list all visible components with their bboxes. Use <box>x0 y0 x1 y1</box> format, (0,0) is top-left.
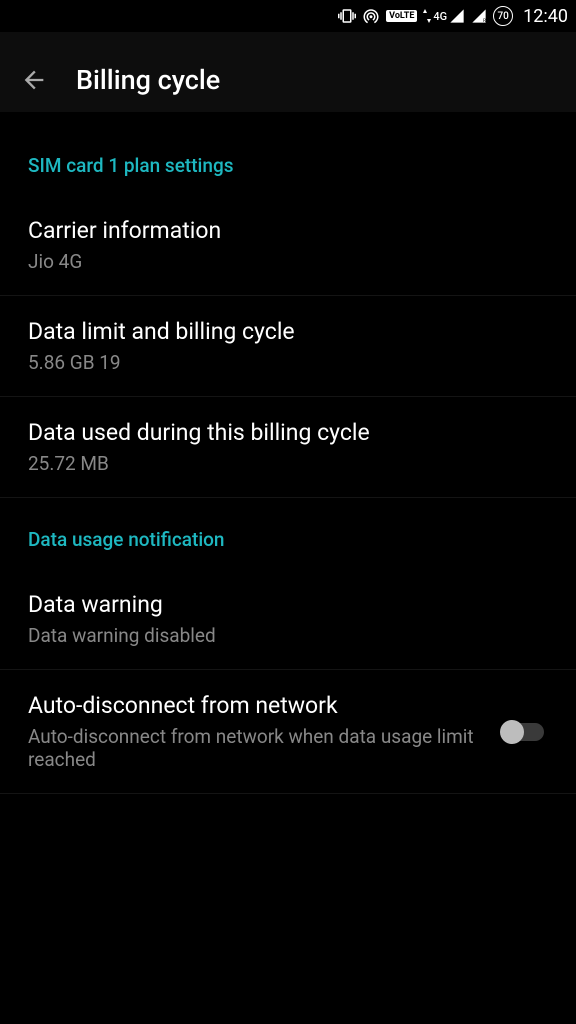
page-title: Billing cycle <box>76 64 220 96</box>
carrier-information-item[interactable]: Carrier information Jio 4G <box>0 195 576 296</box>
network-type-label: 4G <box>433 11 447 22</box>
list-item-subtitle: Data warning disabled <box>28 624 548 647</box>
data-used-item[interactable]: Data used during this billing cycle 25.7… <box>0 397 576 498</box>
status-bar: VoLTE 4G R 70 12:40 <box>0 0 576 32</box>
section-header-notification: Data usage notification <box>0 498 576 569</box>
hotspot-icon <box>362 7 380 25</box>
signal-icon-2: R <box>471 8 487 24</box>
battery-icon: 70 <box>493 6 513 26</box>
list-item-title: Data limit and billing cycle <box>28 318 548 345</box>
auto-disconnect-item[interactable]: Auto-disconnect from network Auto-discon… <box>0 670 576 794</box>
list-item-subtitle: 25.72 MB <box>28 452 548 475</box>
data-arrows-icon <box>423 9 431 23</box>
app-bar: Billing cycle <box>0 32 576 112</box>
vibrate-icon <box>338 7 356 25</box>
list-item-title: Data warning <box>28 591 548 618</box>
volte-badge: VoLTE <box>386 10 417 22</box>
list-item-subtitle: Auto-disconnect from network when data u… <box>28 725 484 771</box>
list-item-title: Data used during this billing cycle <box>28 419 548 446</box>
battery-percent: 70 <box>497 11 508 22</box>
auto-disconnect-toggle[interactable] <box>500 718 548 746</box>
svg-text:R: R <box>483 18 486 24</box>
list-item-subtitle: 5.86 GB 19 <box>28 351 548 374</box>
data-warning-item[interactable]: Data warning Data warning disabled <box>0 569 576 670</box>
list-item-title: Auto-disconnect from network <box>28 692 484 719</box>
signal-group-1: 4G <box>423 8 465 24</box>
section-header-plan: SIM card 1 plan settings <box>0 136 576 195</box>
settings-list: SIM card 1 plan settings Carrier informa… <box>0 112 576 794</box>
data-limit-item[interactable]: Data limit and billing cycle 5.86 GB 19 <box>0 296 576 397</box>
back-button[interactable] <box>16 62 52 98</box>
clock: 12:40 <box>523 6 568 27</box>
list-item-subtitle: Jio 4G <box>28 250 548 273</box>
signal-icon <box>449 8 465 24</box>
list-item-title: Carrier information <box>28 217 548 244</box>
